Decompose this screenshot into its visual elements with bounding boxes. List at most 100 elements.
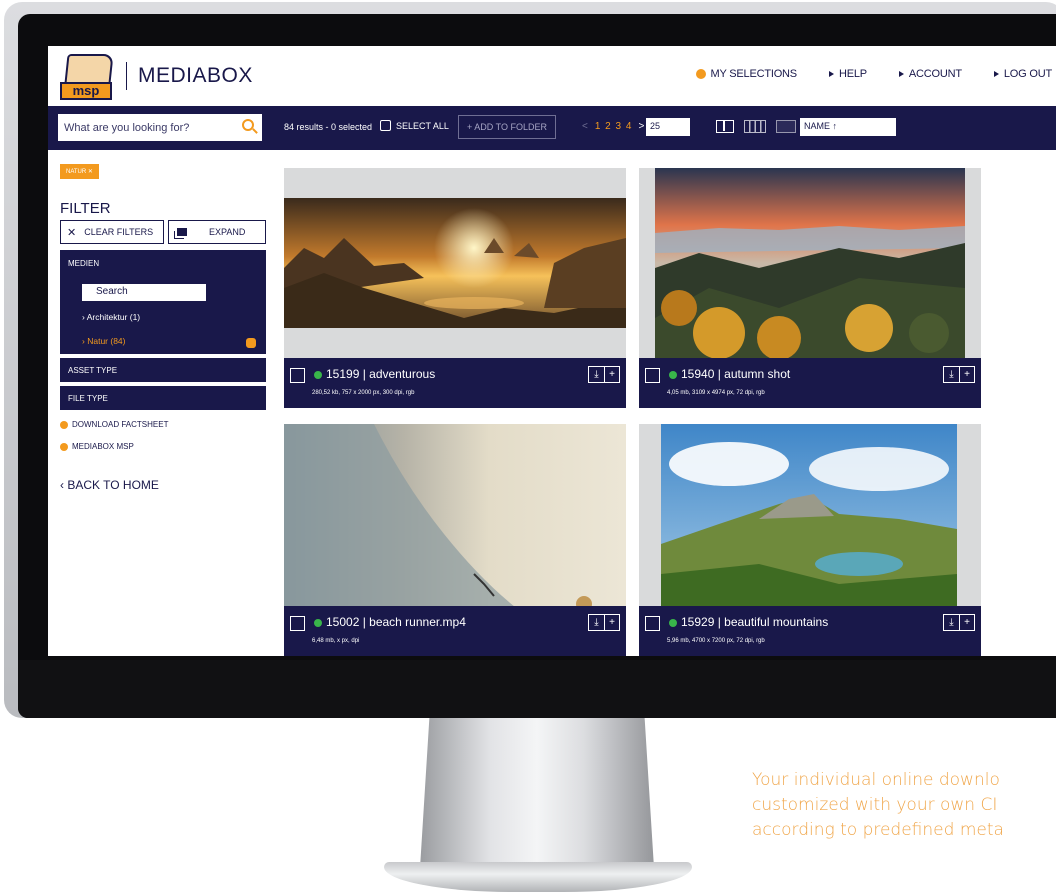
pagination: <1 2 3 4 > (582, 121, 645, 132)
search-icon[interactable] (242, 119, 254, 131)
top-nav: MY SELECTIONS HELP ACCOUNT LOG OUT (695, 68, 1052, 80)
asset-thumbnail[interactable] (284, 424, 626, 614)
asset-actions: ⤓ + (943, 614, 975, 631)
close-icon: ✕ (67, 226, 77, 239)
asset-card[interactable]: 15940 | autumn shot 4,05 mb, 3109 x 4974… (639, 168, 981, 408)
asset-card[interactable]: 15199 | adventurous 280,52 kb, 757 x 200… (284, 168, 626, 408)
asset-title[interactable]: 15929 | beautiful mountains (681, 615, 828, 629)
asset-thumbnail[interactable] (639, 168, 981, 358)
view-grid-icon[interactable] (744, 120, 766, 133)
medien-item-natur[interactable]: › Natur (84) (82, 336, 125, 346)
results-count: 84 results - 0 selected (284, 122, 373, 132)
medien-search-input[interactable]: Search (82, 284, 206, 301)
asset-checkbox[interactable] (290, 616, 305, 631)
asset-checkbox[interactable] (645, 368, 660, 383)
status-dot-icon (669, 371, 677, 379)
orange-circle-icon (60, 420, 68, 429)
add-icon[interactable]: + (604, 367, 619, 382)
sidebar: NATUR ✕ FILTER ✕ CLEAR FILTERS EXPAND ME… (48, 150, 274, 656)
asset-meta: 280,52 kb, 757 x 2000 px, 300 dpi, rgb (312, 390, 415, 396)
medien-title[interactable]: MEDIEN (60, 250, 266, 277)
logo-text: msp (60, 82, 112, 100)
medien-item-architektur[interactable]: › Architektur (1) (82, 312, 140, 322)
status-dot-icon (314, 371, 322, 379)
sort-select[interactable]: NAME ↑ (800, 118, 896, 136)
add-icon[interactable]: + (959, 615, 974, 630)
select-all[interactable]: SELECT ALL (380, 120, 449, 131)
asset-meta: 6,48 mb, x px, dpi (312, 638, 360, 644)
nav-label: ACCOUNT (908, 68, 962, 80)
download-icon[interactable]: ⤓ (589, 367, 604, 382)
asset-meta: 4,05 mb, 3109 x 4974 px, 72 dpi, rgb (667, 390, 765, 396)
medien-accordion: MEDIEN Search › Architektur (1) › Natur … (60, 250, 266, 354)
clear-filters-button[interactable]: ✕ CLEAR FILTERS (60, 220, 164, 244)
medien-item-label: Natur (84) (87, 336, 126, 346)
download-icon[interactable]: ⤓ (589, 615, 604, 630)
select-all-checkbox[interactable] (380, 120, 391, 131)
orange-circle-icon (695, 69, 706, 79)
asset-checkbox[interactable] (290, 368, 305, 383)
download-icon[interactable]: ⤓ (944, 367, 959, 382)
asset-thumbnail[interactable] (284, 168, 626, 358)
asset-card[interactable]: 15929 | beautiful mountains 5,96 mb, 470… (639, 424, 981, 656)
asset-type-accordion[interactable]: ASSET TYPE (60, 358, 266, 382)
asset-title[interactable]: 15199 | adventurous (326, 367, 435, 381)
caption-line: customized with your own CI (752, 795, 998, 815)
link-label: MEDIABOX MSP (72, 442, 134, 451)
chevron-right-icon: › (82, 336, 85, 346)
asset-title[interactable]: 15940 | autumn shot (681, 367, 790, 381)
top-bar: msp MEDIABOX MY SELECTIONS HELP ACCOUNT (48, 46, 1056, 106)
monitor-chin (18, 660, 1056, 718)
asset-title[interactable]: 15002 | beach runner.mp4 (326, 615, 466, 629)
asset-info-bar: 15199 | adventurous 280,52 kb, 757 x 200… (284, 358, 626, 408)
add-icon[interactable]: + (604, 615, 619, 630)
add-icon[interactable]: + (959, 367, 974, 382)
nav-my-selections[interactable]: MY SELECTIONS (695, 68, 798, 80)
view-list-icon[interactable] (776, 120, 796, 133)
pager-next[interactable]: > (638, 121, 645, 132)
add-to-folder-button[interactable]: + ADD TO FOLDER (458, 115, 556, 139)
asset-info-bar: 15002 | beach runner.mp4 6,48 mb, x px, … (284, 606, 626, 656)
link-label: DOWNLOAD FACTSHEET (72, 420, 169, 429)
layers-icon (177, 228, 187, 236)
expand-label: EXPAND (209, 227, 246, 237)
asset-card[interactable]: 15002 | beach runner.mp4 6,48 mb, x px, … (284, 424, 626, 656)
pager-pages[interactable]: 1 2 3 4 (595, 121, 633, 132)
checked-badge-icon[interactable] (246, 338, 256, 348)
chevron-right-icon: › (82, 312, 85, 322)
triangle-right-icon (993, 71, 999, 77)
msp-logo[interactable]: msp (60, 54, 118, 100)
asset-info-bar: 15940 | autumn shot 4,05 mb, 3109 x 4974… (639, 358, 981, 408)
medien-item-label: Architektur (1) (86, 312, 141, 322)
asset-thumbnail[interactable] (639, 424, 981, 614)
view-large-icon[interactable] (716, 120, 734, 133)
asset-checkbox[interactable] (645, 616, 660, 631)
nav-help[interactable]: HELP (828, 68, 867, 80)
brand-title: MEDIABOX (138, 64, 253, 87)
download-factsheet-link[interactable]: DOWNLOAD FACTSHEET (60, 420, 168, 429)
file-type-accordion[interactable]: FILE TYPE (60, 386, 266, 410)
nav-log-out[interactable]: LOG OUT (993, 68, 1052, 80)
logo-box-icon (64, 54, 114, 84)
nav-label: LOG OUT (1003, 68, 1052, 80)
nav-label: MY SELECTIONS (710, 68, 798, 80)
brand-separator (126, 62, 127, 90)
nav-account[interactable]: ACCOUNT (898, 68, 962, 80)
triangle-right-icon (898, 71, 904, 77)
mediabox-msp-link[interactable]: MEDIABOX MSP (60, 442, 134, 451)
screen: msp MEDIABOX MY SELECTIONS HELP ACCOUNT (48, 46, 1056, 656)
pager-prev[interactable]: < (582, 121, 589, 132)
per-page-select[interactable]: 25 (646, 118, 690, 136)
monitor-stand-base (384, 862, 692, 892)
clear-filters-label: CLEAR FILTERS (84, 227, 154, 237)
expand-button[interactable]: EXPAND (168, 220, 266, 244)
toolbar: 84 results - 0 selected SELECT ALL + ADD… (48, 106, 1056, 150)
active-filter-tag[interactable]: NATUR ✕ (60, 164, 99, 179)
asset-actions: ⤓ + (588, 366, 620, 383)
download-icon[interactable]: ⤓ (944, 615, 959, 630)
search-input[interactable] (58, 114, 228, 141)
back-to-home-link[interactable]: ‹ BACK TO HOME (60, 478, 159, 492)
status-dot-icon (669, 619, 677, 627)
status-dot-icon (314, 619, 322, 627)
asset-actions: ⤓ + (943, 366, 975, 383)
